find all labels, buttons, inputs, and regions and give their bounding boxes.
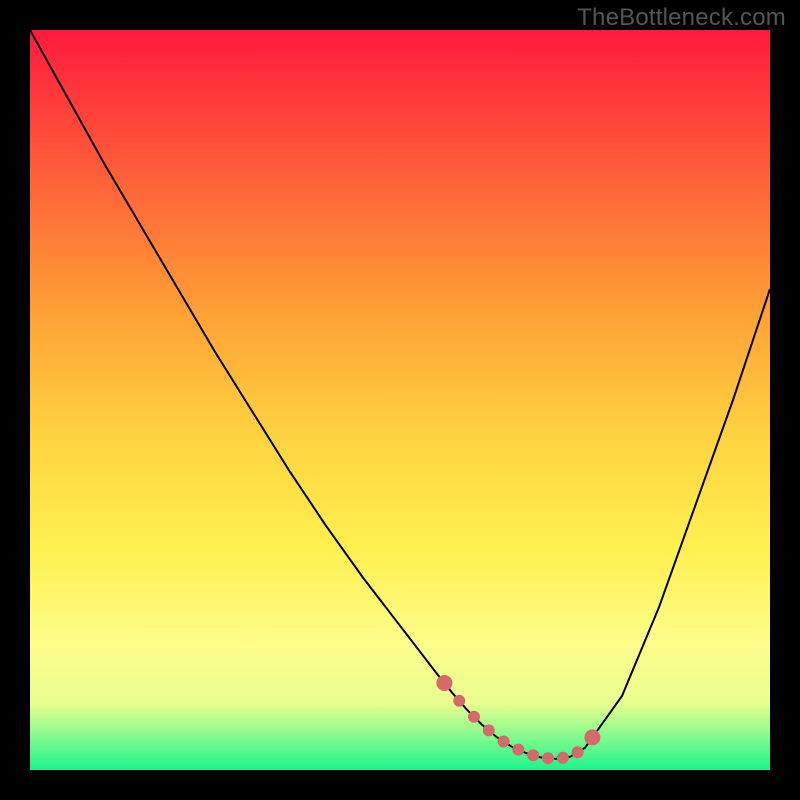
chart-frame: TheBottleneck.com	[0, 0, 800, 800]
flat-dot	[584, 729, 600, 745]
flat-dot	[512, 744, 524, 756]
flat-dot	[468, 711, 480, 723]
chart-svg	[30, 30, 770, 770]
flat-dot	[436, 675, 452, 691]
flat-dot	[542, 752, 554, 764]
flat-dot	[483, 724, 495, 736]
plot-area	[30, 30, 770, 770]
flat-dot	[498, 736, 510, 748]
flat-dot	[527, 749, 539, 761]
watermark-text: TheBottleneck.com	[577, 4, 786, 32]
flat-dot	[453, 695, 465, 707]
gradient-background	[30, 30, 770, 770]
flat-dot	[572, 746, 584, 758]
flat-dot	[557, 752, 569, 764]
